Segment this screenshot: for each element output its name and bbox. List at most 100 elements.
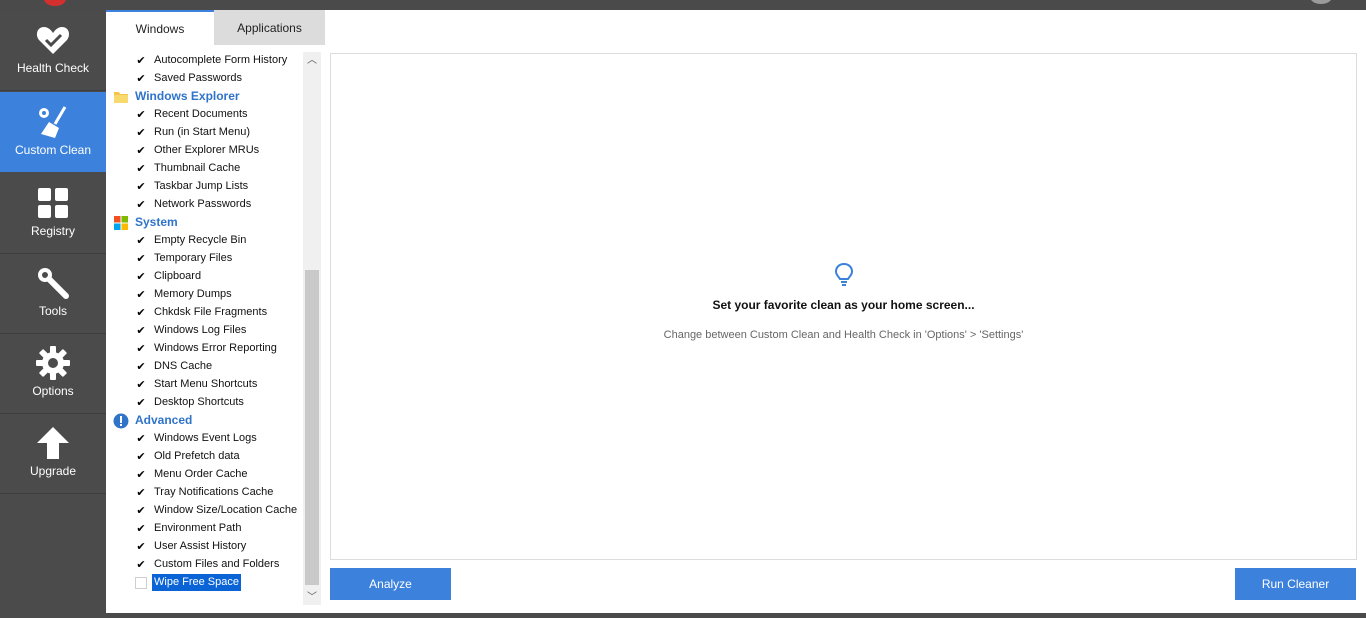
list-item[interactable]: ✔ Empty Recycle Bin — [106, 232, 302, 250]
scrollbar-thumb[interactable] — [305, 270, 319, 585]
item-label: Wipe Free Space — [152, 574, 241, 591]
section-header-system[interactable]: System — [106, 214, 302, 232]
checkbox-checked[interactable]: ✔ — [135, 361, 147, 373]
list-item[interactable]: ✔ Clipboard — [106, 268, 302, 286]
list-item[interactable]: ✔ Chkdsk File Fragments — [106, 304, 302, 322]
item-label: Windows Event Logs — [154, 432, 257, 444]
checkbox-checked[interactable]: ✔ — [135, 145, 147, 157]
run-cleaner-button[interactable]: Run Cleaner — [1235, 568, 1356, 600]
heart-check-icon — [36, 27, 70, 54]
item-label: DNS Cache — [154, 360, 213, 372]
checkbox-checked[interactable]: ✔ — [135, 397, 147, 409]
list-item[interactable]: ✔ Temporary Files — [106, 250, 302, 268]
nav-item-options[interactable]: Options — [0, 333, 106, 414]
list-item[interactable]: ✔ Memory Dumps — [106, 286, 302, 304]
checkbox-checked[interactable]: ✔ — [135, 559, 147, 571]
list-item[interactable]: ✔ Autocomplete Form History — [106, 52, 302, 70]
checkbox-checked[interactable]: ✔ — [135, 253, 147, 265]
gear-icon — [36, 346, 70, 380]
nav-item-registry[interactable]: Registry — [0, 173, 106, 254]
nav-label: Upgrade — [29, 464, 77, 478]
checkbox-checked[interactable]: ✔ — [135, 109, 147, 121]
left-navigation: Health Check Custom Clean Registry Tools — [0, 10, 106, 618]
section-header-advanced[interactable]: Advanced — [106, 412, 302, 430]
checkbox-checked[interactable]: ✔ — [135, 55, 147, 67]
nav-label: Health Check — [16, 61, 90, 75]
list-item[interactable]: ✔ Thumbnail Cache — [106, 160, 302, 178]
list-item[interactable]: ✔ Tray Notifications Cache — [106, 484, 302, 502]
checkbox-checked[interactable]: ✔ — [135, 127, 147, 139]
checkbox-checked[interactable]: ✔ — [135, 487, 147, 499]
nav-item-custom-clean[interactable]: Custom Clean — [0, 92, 106, 172]
bottom-strip — [106, 613, 1366, 618]
list-item[interactable]: ✔ Start Menu Shortcuts — [106, 376, 302, 394]
checkbox-checked[interactable]: ✔ — [135, 235, 147, 247]
section-header-windows-explorer[interactable]: Windows Explorer — [106, 88, 302, 106]
info-card: Set your favorite clean as your home scr… — [330, 53, 1357, 560]
checkbox-unchecked[interactable] — [135, 577, 147, 589]
list-item[interactable]: ✔ Taskbar Jump Lists — [106, 178, 302, 196]
checkbox-checked[interactable]: ✔ — [135, 307, 147, 319]
nav-item-tools[interactable]: Tools — [0, 253, 106, 334]
item-label: Autocomplete Form History — [154, 54, 288, 66]
tab-windows[interactable]: Windows — [106, 10, 214, 45]
checkbox-checked[interactable]: ✔ — [135, 469, 147, 481]
section-label: System — [135, 215, 178, 229]
checkbox-checked[interactable]: ✔ — [135, 505, 147, 517]
vertical-scrollbar[interactable]: ︿ ﹀ — [303, 52, 321, 605]
checkbox-checked[interactable]: ✔ — [135, 541, 147, 553]
checkbox-checked[interactable]: ✔ — [135, 451, 147, 463]
app-logo-icon — [44, 0, 66, 6]
list-item[interactable]: ✔ Other Explorer MRUs — [106, 142, 302, 160]
item-label: Memory Dumps — [154, 288, 232, 300]
tab-applications[interactable]: Applications — [214, 10, 325, 45]
list-item[interactable]: ✔ Run (in Start Menu) — [106, 124, 302, 142]
checkbox-checked[interactable]: ✔ — [135, 379, 147, 391]
chevron-down-icon[interactable]: ﹀ — [303, 591, 321, 605]
checkbox-checked[interactable]: ✔ — [135, 271, 147, 283]
list-item[interactable]: ✔ Custom Files and Folders — [106, 556, 302, 574]
list-item[interactable]: ✔ Desktop Shortcuts — [106, 394, 302, 412]
list-item[interactable]: ✔ Windows Event Logs — [106, 430, 302, 448]
analyze-button[interactable]: Analyze — [330, 568, 451, 600]
chevron-up-icon[interactable]: ︿ — [303, 54, 321, 68]
nav-item-upgrade[interactable]: Upgrade — [0, 413, 106, 494]
checkbox-checked[interactable]: ✔ — [135, 343, 147, 355]
nav-label: Custom Clean — [14, 143, 92, 157]
broom-gear-icon — [39, 106, 67, 138]
checkbox-checked[interactable]: ✔ — [135, 163, 147, 175]
checkbox-checked[interactable]: ✔ — [135, 523, 147, 535]
home-screen-title: Set your favorite clean as your home scr… — [712, 298, 975, 312]
list-item[interactable]: ✔ User Assist History — [106, 538, 302, 556]
item-label: Environment Path — [154, 522, 242, 534]
list-item[interactable]: ✔ Network Passwords — [106, 196, 302, 214]
list-item[interactable]: ✔ Menu Order Cache — [106, 466, 302, 484]
grid-icon — [38, 188, 68, 218]
checkbox-checked[interactable]: ✔ — [135, 433, 147, 445]
main-content: Set your favorite clean as your home scr… — [325, 10, 1366, 613]
list-item[interactable]: ✔ Window Size/Location Cache — [106, 502, 302, 520]
item-label: Desktop Shortcuts — [154, 396, 244, 408]
list-item[interactable]: ✔ DNS Cache — [106, 358, 302, 376]
list-item[interactable]: ✔ Windows Error Reporting — [106, 340, 302, 358]
item-label: Thumbnail Cache — [154, 162, 241, 174]
section-label: Windows Explorer — [135, 89, 240, 103]
checkbox-checked[interactable]: ✔ — [135, 199, 147, 211]
list-item-selected[interactable]: Wipe Free Space — [106, 574, 302, 592]
arrow-up-icon — [37, 427, 69, 459]
list-item[interactable]: ✔ Saved Passwords — [106, 70, 302, 88]
checkbox-checked[interactable]: ✔ — [135, 289, 147, 301]
window-control-icon[interactable] — [1310, 0, 1332, 4]
list-item[interactable]: ✔ Old Prefetch data — [106, 448, 302, 466]
list-item[interactable]: ✔ Recent Documents — [106, 106, 302, 124]
nav-item-health-check[interactable]: Health Check — [0, 10, 106, 91]
list-item[interactable]: ✔ Environment Path — [106, 520, 302, 538]
item-label: Recent Documents — [154, 108, 248, 120]
checkbox-checked[interactable]: ✔ — [135, 73, 147, 85]
item-label: Start Menu Shortcuts — [154, 378, 258, 390]
item-label: Custom Files and Folders — [154, 558, 280, 570]
list-item[interactable]: ✔ Windows Log Files — [106, 322, 302, 340]
item-label: Old Prefetch data — [154, 450, 240, 462]
checkbox-checked[interactable]: ✔ — [135, 325, 147, 337]
checkbox-checked[interactable]: ✔ — [135, 181, 147, 193]
